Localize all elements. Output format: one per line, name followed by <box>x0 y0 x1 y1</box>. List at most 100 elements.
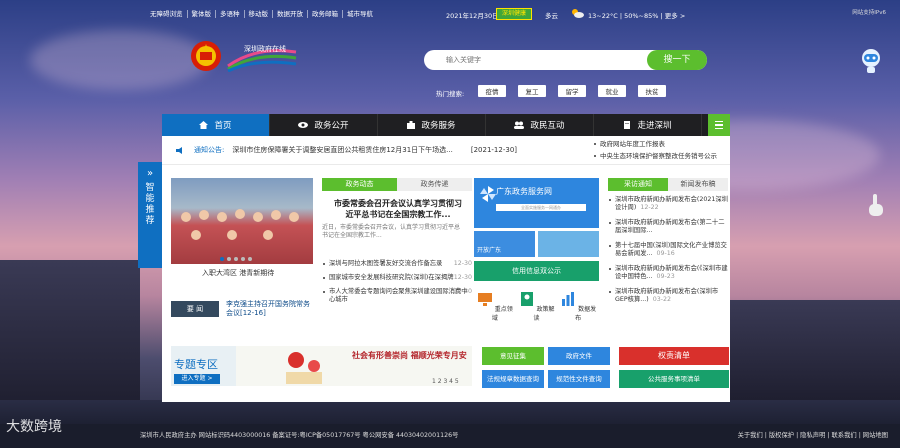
top-link[interactable]: 城市导航 <box>343 10 377 18</box>
smart-recommend-tab[interactable]: » 智能推荐 <box>138 162 162 268</box>
search-bar: 搜一下 <box>424 50 707 70</box>
quick-icon-policy[interactable]: 政策解读 <box>516 291 558 322</box>
ipv6-tag: 网站支持IPv6 <box>852 10 886 16</box>
tab-gov-open[interactable]: 政务公开 <box>270 114 378 136</box>
photo-person <box>235 209 245 219</box>
robot-assistant-icon[interactable] <box>860 48 882 74</box>
photo-person <box>191 230 201 240</box>
building-left <box>0 260 140 420</box>
open-guangdong-tile[interactable]: 开放广东 <box>474 231 535 257</box>
news-title: 市人大常委会专题询问会聚焦深圳建设国际消费中心城市 <box>329 288 468 303</box>
photo-caption[interactable]: 入职大湾区 港青新期待 <box>202 268 274 278</box>
photo-person <box>253 212 263 222</box>
menu-icon[interactable] <box>708 114 730 136</box>
photo-person <box>199 210 209 220</box>
top-link[interactable]: 数据开放 <box>273 10 308 18</box>
top-link[interactable]: 多语种 <box>216 10 245 18</box>
list-item[interactable]: 中央生态环境保护督察整改任务销号公示 <box>592 150 732 162</box>
footer: 深圳市人民政府主办 网站标识码4403000016 备案证号:粤ICP备0501… <box>0 424 900 448</box>
headline-title[interactable]: 市委常委会召开会议认真学习贯彻习近平总书记在全国宗教工作... <box>332 198 464 220</box>
carousel-dot[interactable] <box>220 257 224 261</box>
list-item[interactable]: 深圳与阿拉木图签署友好交流合作备忘录 12-30 <box>322 260 472 268</box>
public-service-list-button[interactable]: 公共服务事项清单 <box>619 370 729 388</box>
carousel-dot[interactable] <box>248 257 252 261</box>
hot-search-item[interactable]: 疫情 <box>478 85 506 97</box>
health-badge[interactable]: 深圳健康 <box>496 8 532 20</box>
main-panel: 首页 政务公开 政务服务 政民互动 走进深圳 通知公告: 深圳市住房保障署关于调… <box>162 114 730 402</box>
top-link[interactable]: 移动版 <box>245 10 273 18</box>
tab-press-release[interactable]: 新闻发布稿 <box>668 178 728 191</box>
gov-docs-button[interactable]: 政府文件 <box>548 347 610 365</box>
enter-topic-button[interactable]: 进入专题 > <box>174 374 220 384</box>
tab-interaction[interactable]: 政民互动 <box>486 114 594 136</box>
photo-person <box>217 212 227 222</box>
gd-service-hint[interactable]: 全面实施服务一网通办 <box>496 204 586 211</box>
tile-label: 开放广东 <box>477 247 502 254</box>
hand-pointer-icon[interactable] <box>866 192 886 218</box>
search-button[interactable]: 搜一下 <box>647 50 707 70</box>
tab-label: 政务服务 <box>421 121 456 131</box>
quick-icon-key-areas[interactable]: 重点领域 <box>474 291 516 322</box>
news-title: 深圳市政府新闻办新闻发布会(第二十二届深圳国际... <box>615 219 725 234</box>
monitor-icon <box>477 293 492 306</box>
tab-shenzhen[interactable]: 走进深圳 <box>594 114 702 136</box>
news-date: 09-16 <box>656 250 675 257</box>
tab-label: 政民互动 <box>530 121 565 131</box>
news-title: 深圳与阿拉木图签署友好交流合作备忘录 <box>329 260 443 267</box>
normative-docs-button[interactable]: 规范性文件查询 <box>548 370 610 388</box>
notice-link[interactable]: 深圳市住房保障署关于调整安居直团公共租赁住房12月31日下午场选... <box>232 145 453 155</box>
list-item[interactable]: 政府网站年度工作报表 <box>592 138 732 150</box>
news-date: 12-30 <box>453 260 472 267</box>
footer-info: 深圳市人民政府主办 网站标识码4403000016 备案证号:粤ICP备0501… <box>140 432 459 439</box>
topic-pager[interactable]: 1 2 3 4 5 <box>432 378 459 385</box>
gd-service-title: 广东政务服务网 <box>496 187 552 196</box>
notice-side-list: 政府网站年度工作报表 中央生态环境保护督察整改任务销号公示 <box>592 138 732 162</box>
person-doc-icon <box>520 292 533 306</box>
cloud-sun-icon <box>572 9 584 18</box>
tab-gov-service[interactable]: 政务服务 <box>378 114 486 136</box>
hot-search-item[interactable]: 就业 <box>598 85 626 97</box>
hot-search-item[interactable]: 扶贫 <box>638 85 666 97</box>
list-item[interactable]: 深圳市政府新闻办新闻发布会(第二十二届深圳国际... <box>608 219 728 235</box>
hot-search-item[interactable]: 留学 <box>558 85 586 97</box>
tab-gov-relay[interactable]: 政务传递 <box>397 178 472 191</box>
list-item[interactable]: 国家城市安全发展科技研究院(深圳)在深揭牌 12-30 <box>322 274 472 282</box>
list-item[interactable]: 市人大常委会专题询问会聚焦深圳建设国际消费中心城市 12-30 <box>322 288 472 304</box>
footer-links[interactable]: 关于我们 | 版权保护 | 隐私声明 | 联系我们 | 网站地图 <box>738 430 888 439</box>
temperature-text[interactable]: 13~22°C | 50%~85% | 更多 > <box>588 10 685 20</box>
quick-icon-data[interactable]: 数据发布 <box>557 291 599 322</box>
notice-bar: 通知公告: 深圳市住房保障署关于调整安居直团公共租赁住房12月31日下午场选..… <box>176 144 596 156</box>
tab-home[interactable]: 首页 <box>162 114 270 136</box>
divider <box>162 164 730 165</box>
list-item[interactable]: 深圳市政府新闻办新闻发布会(深圳市GEP核算...) 03-22 <box>608 288 728 304</box>
opinion-collect-button[interactable]: 意见征集 <box>482 347 544 365</box>
carousel-dot[interactable] <box>227 257 231 261</box>
carousel-dot[interactable] <box>241 257 245 261</box>
tab-label: 走进深圳 <box>637 121 672 131</box>
photo-person <box>227 230 237 240</box>
news-title: 国家城市安全发展科技研究院(深圳)在深揭牌 <box>329 274 454 281</box>
power-list-button[interactable]: 权责清单 <box>619 347 729 365</box>
tab-gov-dynamics[interactable]: 政务动态 <box>322 178 397 191</box>
list-item[interactable]: 深圳市政府新闻办新闻发布会(2021深圳设计周) 12-22 <box>608 196 728 212</box>
top-link[interactable]: 无障碍浏览 <box>146 10 188 18</box>
important-news-link[interactable]: 李克强主持召开国务院常务会议[12-16] <box>226 300 316 318</box>
tab-interview-notice[interactable]: 采访通知 <box>608 178 668 191</box>
top-link[interactable]: 繁体版 <box>188 10 216 18</box>
hot-search-label: 热门搜索: <box>436 90 465 98</box>
list-item[interactable]: 第十七届中国(深圳)国际文化产业博览交易会新闻发... 09-16 <box>608 242 728 258</box>
bar-chart-icon <box>562 292 575 306</box>
photo-person <box>181 212 191 222</box>
credit-info-button[interactable]: 信用信息双公示 <box>474 261 599 281</box>
search-input[interactable] <box>446 53 646 67</box>
city-image-tile[interactable] <box>538 231 599 257</box>
top-link[interactable]: 政务邮箱 <box>308 10 343 18</box>
hot-search-item[interactable]: 复工 <box>518 85 546 97</box>
list-item[interactable]: 深圳市政府新闻办新闻发布会(《深圳市建设中国特色... 09-23 <box>608 265 728 281</box>
lantern-illustration <box>286 352 322 384</box>
news-photo[interactable] <box>171 178 313 264</box>
regulation-query-button[interactable]: 法规规章数据查询 <box>482 370 544 388</box>
photo-person <box>263 230 273 240</box>
carousel-dot[interactable] <box>234 257 238 261</box>
tab-label: 政务公开 <box>314 121 349 131</box>
